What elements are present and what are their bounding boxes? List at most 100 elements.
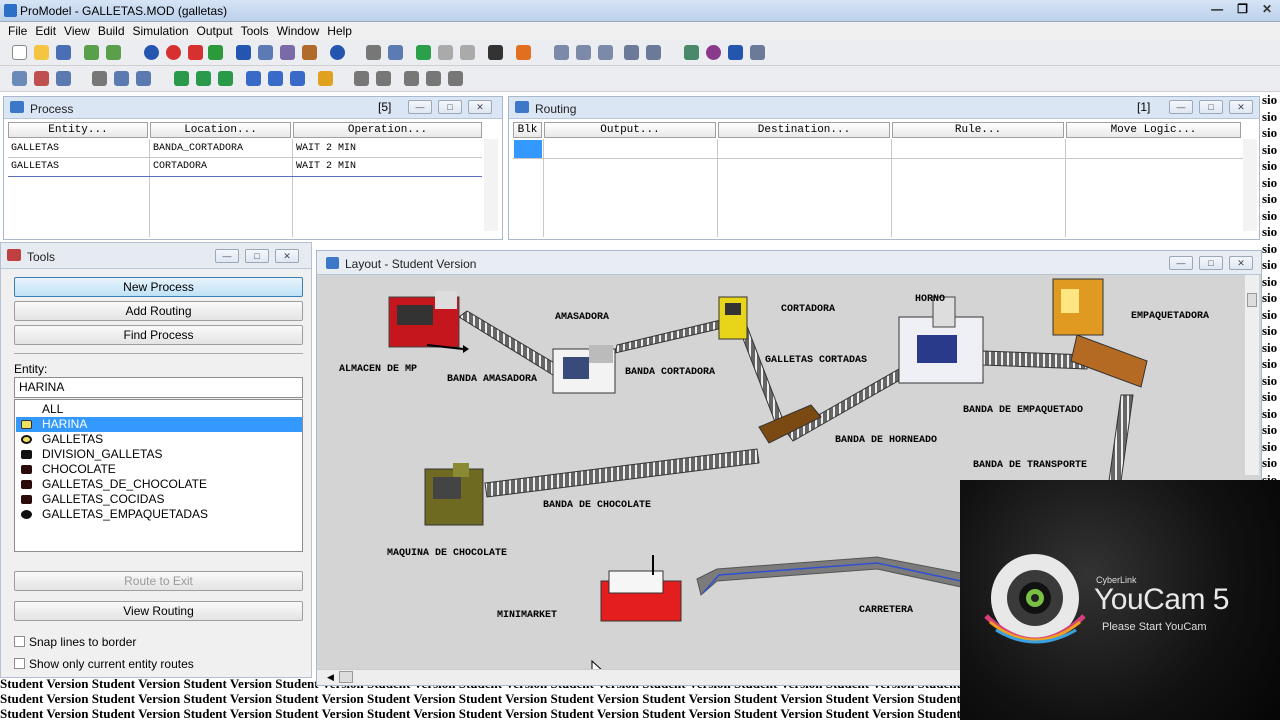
menu-build[interactable]: Build <box>96 22 131 40</box>
route-c-icon[interactable] <box>404 71 419 86</box>
processing-icon[interactable] <box>280 45 295 60</box>
m-icon[interactable] <box>218 71 233 86</box>
route-b-icon[interactable] <box>376 71 391 86</box>
zoom-icon[interactable] <box>136 71 151 86</box>
row1-operation[interactable]: WAIT 2 MIN <box>293 141 481 157</box>
chart2-icon[interactable] <box>646 45 661 60</box>
minimize-icon[interactable]: — <box>1211 2 1223 16</box>
run-small-icon[interactable] <box>208 45 223 60</box>
menu-view[interactable]: View <box>62 22 96 40</box>
graph2-icon[interactable] <box>576 45 591 60</box>
amasadora-machine[interactable] <box>552 345 616 394</box>
output-icon[interactable] <box>488 45 503 60</box>
scenarios-icon[interactable] <box>388 45 403 60</box>
row1-location[interactable]: BANDA_CORTADORA <box>150 141 290 157</box>
banda-chocolate-conveyor[interactable] <box>484 448 760 498</box>
view-routing-button[interactable]: View Routing <box>14 601 303 621</box>
panel-close-icon[interactable]: ✕ <box>1229 100 1253 114</box>
entity-item-galletas-de-chocolate[interactable]: GALLETAS_DE_CHOCOLATE <box>16 477 302 492</box>
panel-minimize-icon[interactable]: — <box>1169 100 1193 114</box>
almacen-machine[interactable] <box>388 291 460 348</box>
route-d-icon[interactable] <box>426 71 441 86</box>
save-icon[interactable] <box>56 45 71 60</box>
open-folder-icon[interactable] <box>34 45 49 60</box>
menu-simulation[interactable]: Simulation <box>131 22 195 40</box>
find-process-button[interactable]: Find Process <box>14 325 303 345</box>
entity-item-chocolate[interactable]: CHOCOLATE <box>16 462 302 477</box>
restore-icon[interactable]: ❐ <box>1237 2 1248 16</box>
tool2-icon[interactable] <box>706 45 721 60</box>
entity-item-galletas-cocidas[interactable]: GALLETAS_COCIDAS <box>16 492 302 507</box>
banda-cortadora-conveyor[interactable] <box>614 318 728 354</box>
entity-field[interactable]: HARINA <box>14 377 303 398</box>
row2-entity[interactable]: GALLETAS <box>8 159 148 175</box>
carretera-road[interactable] <box>696 556 962 596</box>
locations-icon[interactable] <box>144 45 159 60</box>
col-location[interactable]: Location... <box>150 122 291 138</box>
path-networks-icon[interactable] <box>236 45 251 60</box>
scroll-left-icon[interactable]: ◀ <box>327 672 334 683</box>
cortadora-machine[interactable] <box>718 296 748 340</box>
routing-selected-cell[interactable] <box>514 140 542 158</box>
a-icon[interactable] <box>174 71 189 86</box>
entity-item-galletas[interactable]: GALLETAS <box>16 432 302 447</box>
tool-a-icon[interactable] <box>92 71 107 86</box>
chart1-icon[interactable] <box>624 45 639 60</box>
maquina-chocolate-machine[interactable] <box>424 463 484 526</box>
panel-close-icon[interactable]: ✕ <box>1229 256 1253 270</box>
minimarket-building[interactable] <box>600 555 682 622</box>
merge-icon[interactable] <box>84 45 99 60</box>
row2-operation[interactable]: WAIT 2 MIN <box>293 159 481 175</box>
entities-icon[interactable] <box>166 45 181 60</box>
vscroll-thumb[interactable] <box>1247 293 1257 307</box>
scroll-thumb[interactable] <box>339 671 353 683</box>
u-icon[interactable] <box>290 71 305 86</box>
entity-item-galletas-empaquetadas[interactable]: GALLETAS_EMPAQUETADAS <box>16 507 302 522</box>
s-icon[interactable] <box>268 71 283 86</box>
route-to-exit-button[interactable]: Route to Exit <box>14 571 303 591</box>
close-icon[interactable]: ✕ <box>1262 2 1272 16</box>
info-icon[interactable] <box>330 45 345 60</box>
menu-output[interactable]: Output <box>195 22 239 40</box>
routing-scrollbar[interactable] <box>1243 139 1257 231</box>
entity-item-division-galletas[interactable]: DIVISION_GALLETAS <box>16 447 302 462</box>
entity-listbox[interactable]: ALL HARINA GALLETAS DIVISION_GALLETAS CH… <box>14 399 303 552</box>
new-file-icon[interactable] <box>12 45 27 60</box>
youcam-overlay[interactable]: CyberLink YouCam 5 Please Start YouCam <box>960 480 1280 720</box>
row1-entity[interactable]: GALLETAS <box>8 141 148 157</box>
new-process-button[interactable]: New Process <box>14 277 303 297</box>
stat-fit-icon[interactable] <box>516 45 531 60</box>
show-only-checkbox[interactable]: Show only current entity routes <box>14 657 194 671</box>
shifts-icon[interactable] <box>302 45 317 60</box>
background-graphics-icon[interactable] <box>34 71 49 86</box>
col-output[interactable]: Output... <box>544 122 716 138</box>
col-rule[interactable]: Rule... <box>892 122 1064 138</box>
panel-minimize-icon[interactable]: — <box>1169 256 1193 270</box>
menu-file[interactable]: File <box>6 22 33 40</box>
step-icon[interactable] <box>460 45 475 60</box>
panel-minimize-icon[interactable]: — <box>408 100 432 114</box>
pause-icon[interactable] <box>438 45 453 60</box>
banda-transporte-conveyor[interactable] <box>1108 394 1134 482</box>
tool1-icon[interactable] <box>684 45 699 60</box>
panel-minimize-icon[interactable]: — <box>215 249 239 263</box>
menu-tools[interactable]: Tools <box>239 22 275 40</box>
graph1-icon[interactable] <box>554 45 569 60</box>
col-move-logic[interactable]: Move Logic... <box>1066 122 1241 138</box>
m2-icon[interactable] <box>246 71 261 86</box>
export-icon[interactable] <box>106 45 121 60</box>
tool3-icon[interactable] <box>728 45 743 60</box>
resources-icon[interactable] <box>258 45 273 60</box>
menu-help[interactable]: Help <box>325 22 358 40</box>
menu-edit[interactable]: Edit <box>33 22 62 40</box>
banda-amasadora-conveyor[interactable] <box>458 310 562 376</box>
panel-maximize-icon[interactable]: □ <box>245 249 269 263</box>
play-icon[interactable] <box>416 45 431 60</box>
flag-icon[interactable] <box>318 71 333 86</box>
menu-window[interactable]: Window <box>275 22 326 40</box>
panel-close-icon[interactable]: ✕ <box>468 100 492 114</box>
col-destination[interactable]: Destination... <box>718 122 890 138</box>
panel-maximize-icon[interactable]: □ <box>1199 256 1223 270</box>
arrivals-icon[interactable] <box>188 45 203 60</box>
panel-maximize-icon[interactable]: □ <box>438 100 462 114</box>
